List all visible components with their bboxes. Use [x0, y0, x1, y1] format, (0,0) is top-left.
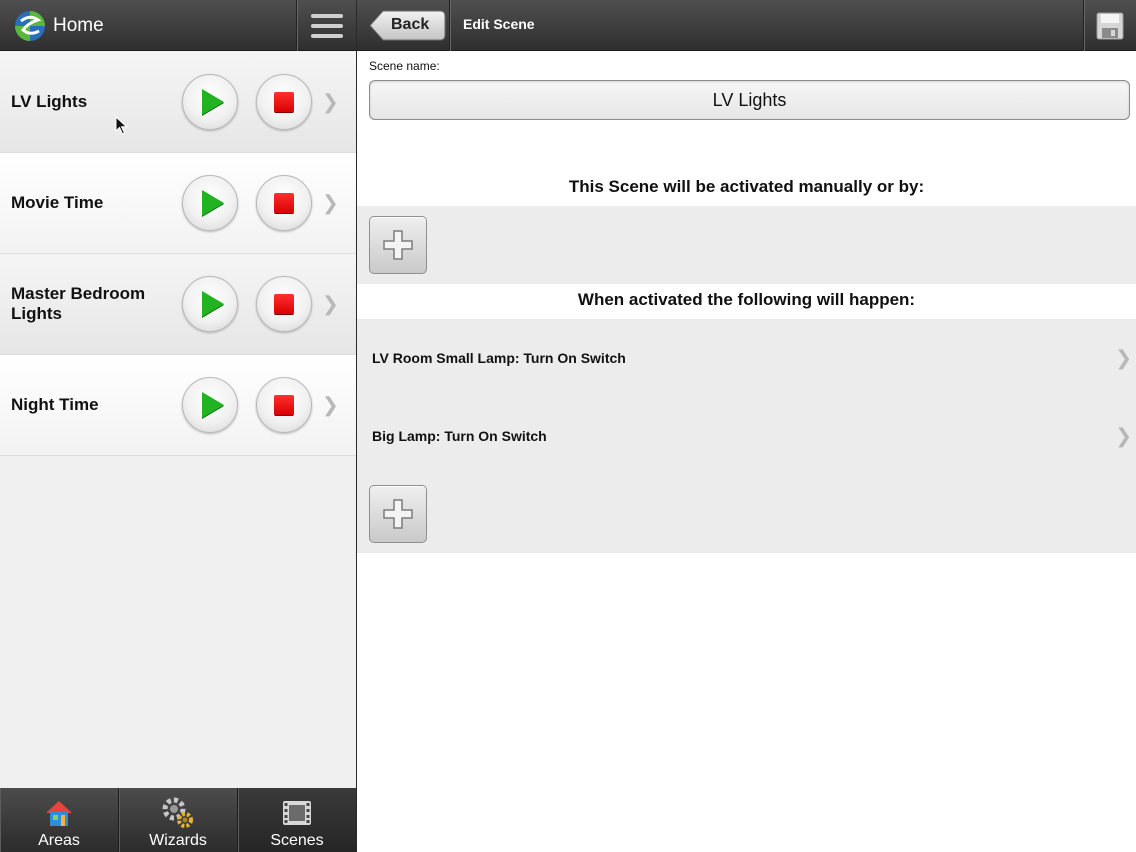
- action-text: Big Lamp: Turn On Switch: [372, 428, 547, 444]
- stop-icon: [274, 92, 294, 112]
- right-toolbar: Back Edit Scene: [357, 0, 1136, 51]
- house-icon: [46, 801, 72, 826]
- page-title: Edit Scene: [463, 16, 535, 32]
- scene-row-lv-lights[interactable]: LV Lights ❯: [0, 52, 356, 153]
- gears-icon: [162, 797, 193, 828]
- chevron-right-icon[interactable]: ❯: [322, 393, 339, 418]
- left-toolbar: Home: [0, 0, 356, 51]
- play-icon: [201, 89, 224, 115]
- menu-button[interactable]: [296, 0, 356, 51]
- scene-name: Master Bedroom Lights: [11, 284, 146, 323]
- actions-section: LV Room Small Lamp: Turn On Switch ❯ Big…: [357, 319, 1136, 553]
- play-icon: [201, 190, 224, 216]
- action-text: LV Room Small Lamp: Turn On Switch: [372, 350, 626, 366]
- stop-scene-button[interactable]: [256, 377, 312, 433]
- chevron-right-icon[interactable]: ❯: [322, 292, 339, 317]
- scene-name-input[interactable]: [369, 80, 1130, 120]
- play-icon: [201, 291, 224, 317]
- stop-scene-button[interactable]: [256, 175, 312, 231]
- tab-label: Areas: [38, 832, 80, 849]
- tab-label: Wizards: [149, 832, 207, 849]
- scene-row-movie-time[interactable]: Movie Time ❯: [0, 153, 356, 254]
- actions-heading: When activated the following will happen…: [577, 290, 916, 309]
- tab-wizards[interactable]: Wizards: [119, 788, 238, 852]
- back-button[interactable]: Back: [369, 10, 446, 41]
- action-row[interactable]: LV Room Small Lamp: Turn On Switch ❯: [357, 319, 1136, 397]
- save-button[interactable]: [1083, 0, 1136, 51]
- scene-list: LV Lights ❯ Movie Time ❯ Master Bedroom …: [0, 52, 356, 456]
- scene-name: Movie Time: [11, 193, 104, 212]
- play-icon: [201, 392, 224, 418]
- chevron-right-icon: ❯: [1115, 425, 1132, 448]
- tab-areas[interactable]: Areas: [0, 788, 119, 852]
- play-scene-button[interactable]: [182, 276, 238, 332]
- scene-name: LV Lights: [11, 92, 88, 111]
- add-action-button[interactable]: [369, 485, 427, 543]
- back-label: Back: [391, 16, 430, 33]
- trigger-heading: This Scene will be activated manually or…: [568, 177, 925, 196]
- scene-name: Night Time: [11, 395, 99, 414]
- scene-row-night-time[interactable]: Night Time ❯: [0, 355, 356, 456]
- floppy-disk-icon: [1096, 12, 1124, 39]
- stop-scene-button[interactable]: [256, 276, 312, 332]
- chevron-right-icon: ❯: [1115, 347, 1132, 370]
- toolbar-divider: [449, 0, 450, 51]
- tab-label: Scenes: [270, 832, 324, 849]
- play-scene-button[interactable]: [182, 175, 238, 231]
- play-scene-button[interactable]: [182, 377, 238, 433]
- bottom-tab-bar: Areas Wizards Scenes: [0, 788, 356, 852]
- trigger-section: [357, 206, 1136, 284]
- film-icon: [283, 801, 311, 825]
- home-title: Home: [53, 14, 104, 36]
- edit-scene-pane: Back Edit Scene Scene name: This Scene w…: [357, 0, 1136, 852]
- scene-row-master-bedroom-lights[interactable]: Master Bedroom Lights ❯: [0, 254, 356, 355]
- plus-icon: [383, 230, 413, 260]
- globe-logo-icon: [15, 10, 45, 41]
- add-trigger-button[interactable]: [369, 216, 427, 274]
- home-button[interactable]: Home: [0, 0, 296, 51]
- scene-list-pane: Home LV Lights ❯ Movie Time ❯ Master Bed…: [0, 0, 357, 852]
- stop-icon: [274, 294, 294, 314]
- mouse-pointer-icon: [115, 116, 128, 135]
- stop-icon: [274, 193, 294, 213]
- action-row[interactable]: Big Lamp: Turn On Switch ❯: [357, 397, 1136, 475]
- chevron-right-icon[interactable]: ❯: [322, 90, 339, 115]
- plus-icon: [383, 499, 413, 529]
- chevron-right-icon[interactable]: ❯: [322, 191, 339, 216]
- stop-icon: [274, 395, 294, 415]
- play-scene-button[interactable]: [182, 74, 238, 130]
- hamburger-menu-icon: [310, 13, 343, 38]
- stop-scene-button[interactable]: [256, 74, 312, 130]
- tab-scenes[interactable]: Scenes: [238, 788, 356, 852]
- scene-name-label: Scene name:: [369, 59, 440, 73]
